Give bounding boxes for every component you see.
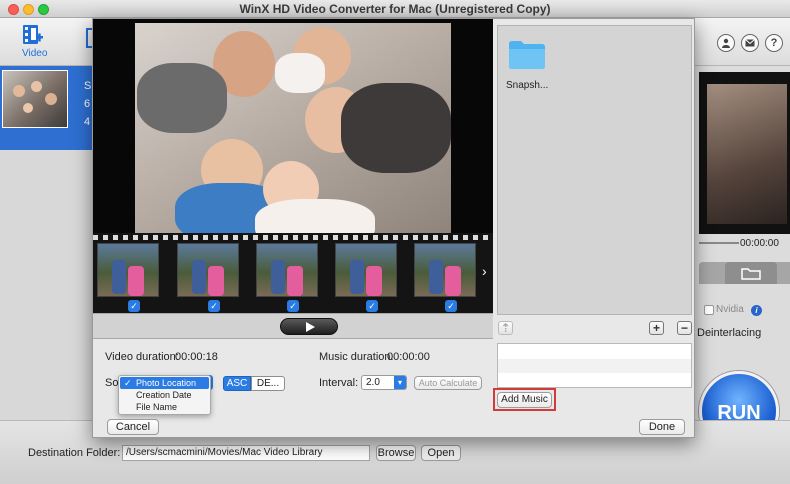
photo-filmstrip[interactable]: ✓ ✓ ✓ ✓ ✓ › <box>93 233 493 313</box>
sort-option-file-name[interactable]: File Name <box>120 401 209 413</box>
video-duration-label: Video duration: <box>105 351 179 363</box>
filmstrip-thumbnail[interactable] <box>97 243 159 297</box>
mail-icon[interactable] <box>741 34 759 52</box>
thumbnail-checkbox[interactable]: ✓ <box>208 300 220 312</box>
chevron-down-icon: ▾ <box>394 376 406 389</box>
music-list[interactable] <box>497 343 692 388</box>
tab-bar <box>699 262 790 284</box>
cancel-button[interactable]: Cancel <box>107 419 159 435</box>
folder-icon <box>508 40 546 73</box>
add-music-button[interactable]: Add Music <box>497 392 552 408</box>
sort-asc-button[interactable]: ASC <box>223 376 251 391</box>
music-duration-label: Music duration: <box>319 351 394 363</box>
done-button[interactable]: Done <box>639 419 685 435</box>
sort-option-photo-location[interactable]: ✓ Photo Location <box>120 377 209 389</box>
video-button-label: Video <box>22 48 48 59</box>
folder-icon <box>741 267 761 283</box>
interval-label: Interval: <box>319 377 359 389</box>
playback-bar <box>93 313 493 339</box>
filmstrip-thumbnail[interactable] <box>414 243 476 297</box>
play-button[interactable] <box>280 318 338 335</box>
info-icon[interactable]: i <box>751 305 762 316</box>
video-list-text: S <box>84 80 92 92</box>
filmstrip-thumbnail[interactable] <box>256 243 318 297</box>
photo-slideshow-dialog: ✓ ✓ ✓ ✓ ✓ › Video duration: 00:00:18 Mus… <box>92 18 695 438</box>
filmstrip-next-arrow-icon[interactable]: › <box>482 263 487 279</box>
snapshot-folder-name: Snapsh... <box>506 80 549 91</box>
window-title: WinX HD Video Converter for Mac (Unregis… <box>239 2 551 16</box>
title-bar: WinX HD Video Converter for Mac (Unregis… <box>0 0 790 18</box>
interval-select[interactable]: 2.0 ▾ <box>361 375 407 390</box>
photo-preview <box>93 19 493 233</box>
add-icon[interactable]: + <box>649 321 664 335</box>
tab-folder[interactable] <box>725 262 777 284</box>
help-icon[interactable]: ? <box>765 34 783 52</box>
progress-slider[interactable] <box>699 242 739 244</box>
destination-path-field[interactable]: /Users/scmacmini/Movies/Mac Video Librar… <box>122 445 370 461</box>
checkmark-icon: ✓ <box>124 378 132 388</box>
sort-option-label: Creation Date <box>136 390 192 400</box>
video-list-text: 4 <box>84 116 91 128</box>
thumbnail-checkbox[interactable]: ✓ <box>128 300 140 312</box>
snapshot-folder-item[interactable]: Snapsh... <box>506 38 566 92</box>
filmstrip-perforations-top <box>93 235 493 240</box>
browse-button[interactable]: Browse <box>376 445 416 461</box>
sort-option-label: File Name <box>136 402 178 412</box>
time-display: 00:00:00 <box>740 238 779 249</box>
filmstrip-thumbnail[interactable] <box>335 243 397 297</box>
add-video-button[interactable]: Video <box>14 22 52 62</box>
open-button[interactable]: Open <box>421 445 461 461</box>
nvidia-checkbox[interactable] <box>704 305 714 315</box>
nvidia-label: Nvidia <box>716 304 744 315</box>
filmstrip-thumbnail[interactable] <box>177 243 239 297</box>
music-duration-value: 00:00:00 <box>387 351 430 363</box>
auto-calculate-button[interactable]: Auto Calculate <box>414 376 482 390</box>
video-list-thumbnail <box>2 70 68 128</box>
move-up-icon[interactable]: ⇡ <box>498 321 513 335</box>
family-photo <box>135 23 451 233</box>
thumbnail-checkbox[interactable]: ✓ <box>366 300 378 312</box>
video-list-item[interactable]: S 6 4 <box>0 66 92 150</box>
output-preview <box>699 72 790 234</box>
snapshot-folder-panel: Snapsh... <box>497 25 692 315</box>
destination-label: Destination Folder: <box>28 447 121 459</box>
sort-option-creation-date[interactable]: Creation Date <box>120 389 209 401</box>
interval-value: 2.0 <box>366 377 380 388</box>
sort-option-label: Photo Location <box>136 378 197 388</box>
thumbnail-checkbox[interactable]: ✓ <box>287 300 299 312</box>
sort-desc-button[interactable]: DE... <box>251 376 285 391</box>
thumbnail-checkbox[interactable]: ✓ <box>445 300 457 312</box>
video-list-text: 6 <box>84 98 91 110</box>
user-icon[interactable] <box>717 34 735 52</box>
video-duration-value: 00:00:18 <box>175 351 218 363</box>
remove-icon[interactable]: − <box>677 321 692 335</box>
deinterlacing-label: Deinterlacing <box>697 327 762 339</box>
film-add-icon <box>22 24 44 49</box>
sort-dropdown-menu: ✓ Photo Location Creation Date File Name <box>118 375 211 415</box>
